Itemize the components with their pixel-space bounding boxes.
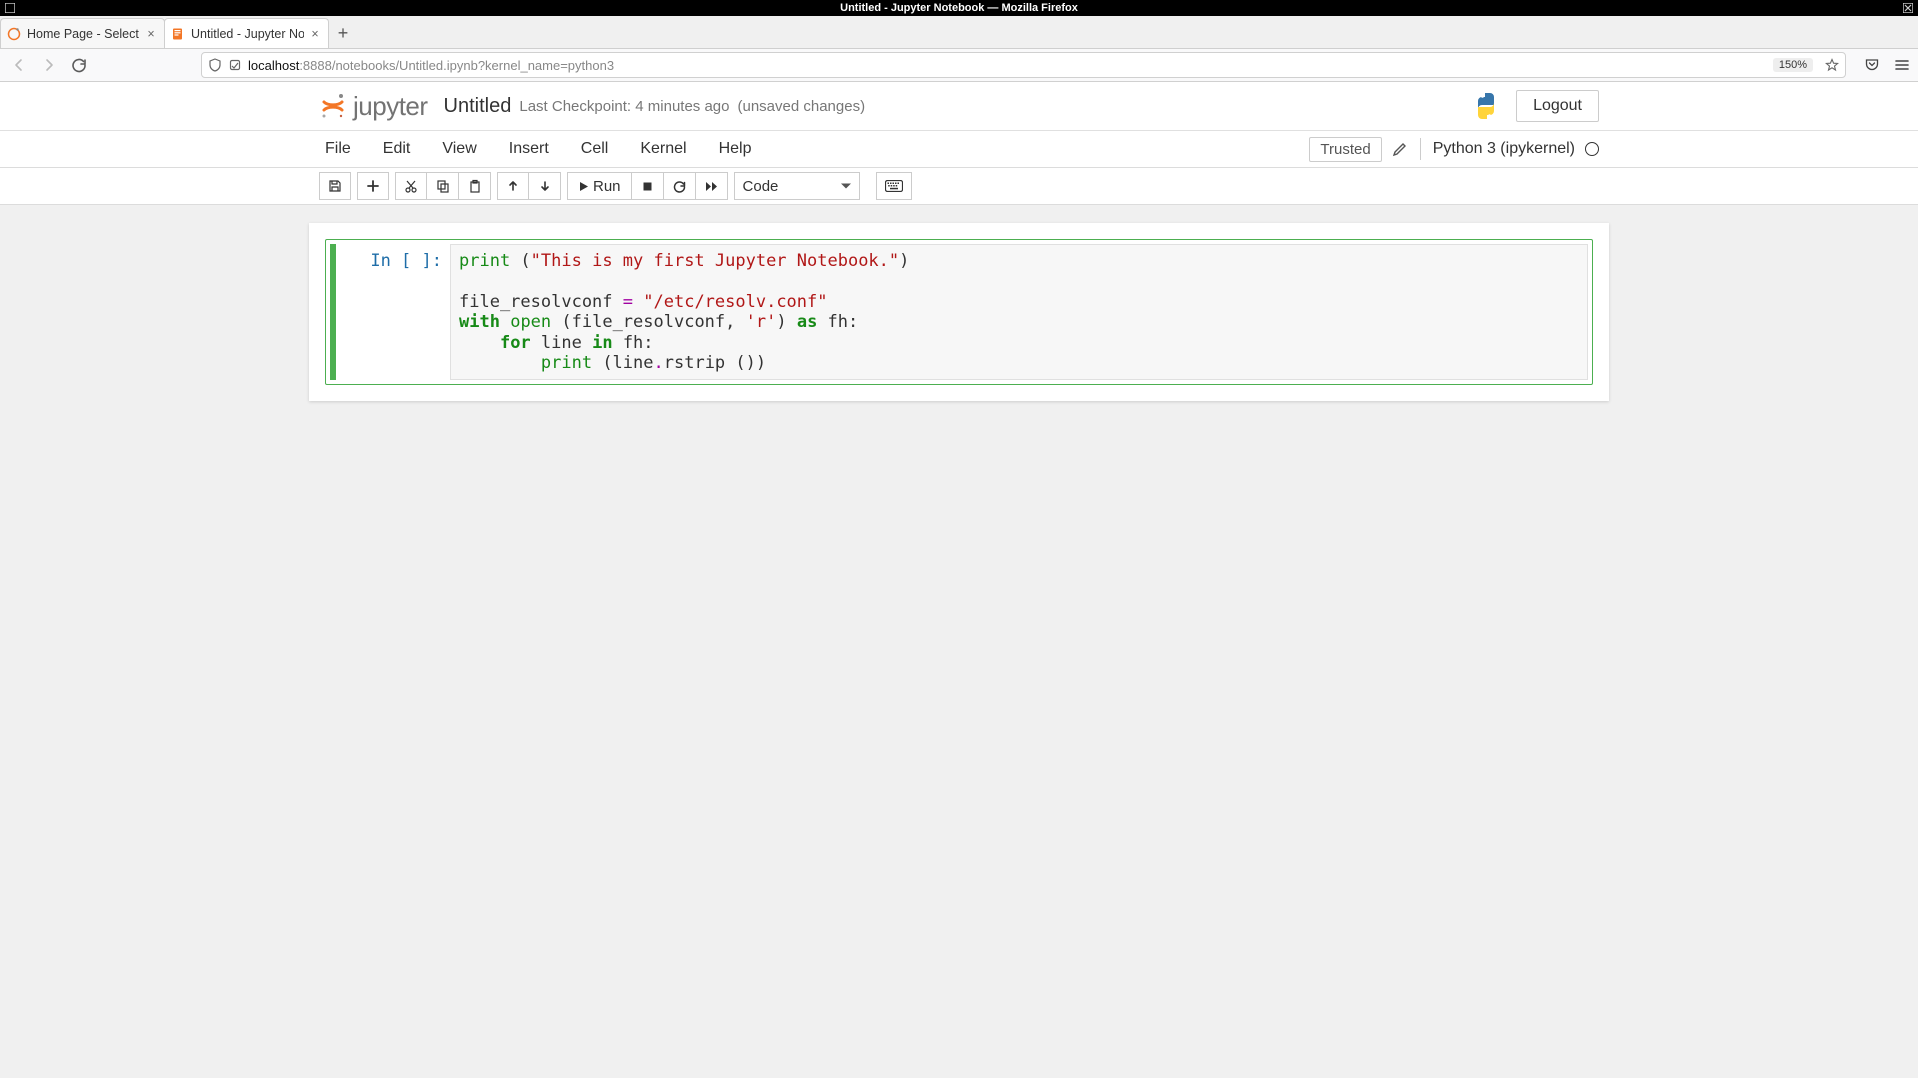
- restart-button[interactable]: [664, 172, 696, 200]
- jupyter-logo-icon: [319, 92, 347, 120]
- close-icon[interactable]: ×: [144, 27, 158, 41]
- run-label: Run: [593, 178, 621, 195]
- logout-button[interactable]: Logout: [1516, 90, 1599, 122]
- notebook-title[interactable]: Untitled: [444, 95, 512, 118]
- jupyter-menubar: File Edit View Insert Cell Kernel Help T…: [0, 131, 1918, 168]
- restart-run-all-button[interactable]: [696, 172, 728, 200]
- command-palette-button[interactable]: [876, 172, 912, 200]
- cell-selection-bar: [330, 244, 336, 380]
- move-up-button[interactable]: [497, 172, 529, 200]
- tab-label: Home Page - Select or cr: [27, 27, 140, 41]
- menu-kernel[interactable]: Kernel: [624, 134, 702, 164]
- jupyter-logo-text: jupyter: [353, 91, 428, 122]
- paste-button[interactable]: [459, 172, 491, 200]
- zoom-badge[interactable]: 150%: [1773, 58, 1813, 72]
- copy-button[interactable]: [427, 172, 459, 200]
- jupyter-header: jupyter Untitled Last Checkpoint: 4 minu…: [0, 82, 1918, 131]
- jupyter-toolbar: Run Code: [0, 168, 1918, 205]
- forward-button[interactable]: [38, 54, 60, 76]
- celltype-value: Code: [743, 178, 779, 195]
- celltype-select[interactable]: Code: [734, 172, 860, 200]
- code-cell[interactable]: In [ ]: print ("This is my first Jupyter…: [325, 239, 1593, 385]
- new-tab-button[interactable]: +: [328, 18, 358, 48]
- shield-icon[interactable]: [208, 58, 222, 72]
- separator: [1420, 138, 1421, 160]
- save-button[interactable]: [319, 172, 351, 200]
- menu-help[interactable]: Help: [703, 134, 768, 164]
- cell-code-editor[interactable]: print ("This is my first Jupyter Noteboo…: [450, 244, 1588, 380]
- os-app-icon: [2, 0, 18, 16]
- play-icon: [578, 181, 589, 192]
- hamburger-menu-icon[interactable]: [1894, 57, 1910, 73]
- run-button[interactable]: Run: [567, 172, 632, 200]
- notebook-container: In [ ]: print ("This is my first Jupyter…: [309, 223, 1609, 401]
- cell-prompt: In [ ]:: [340, 244, 450, 380]
- browser-urlbar-row: localhost:8888/notebooks/Untitled.ipynb?…: [0, 49, 1918, 82]
- bookmark-icon[interactable]: [1825, 58, 1839, 72]
- notebook-favicon-icon: [171, 27, 185, 41]
- tab-label: Untitled - Jupyter Notebo: [191, 27, 304, 41]
- kernel-status-icon: [1585, 142, 1599, 156]
- tab-notebook[interactable]: Untitled - Jupyter Notebo ×: [164, 18, 329, 48]
- python-logo-icon: [1470, 90, 1502, 122]
- jupyter-favicon-icon: [7, 27, 21, 41]
- tab-home[interactable]: Home Page - Select or cr ×: [0, 18, 165, 48]
- page-content: jupyter Untitled Last Checkpoint: 4 minu…: [0, 82, 1918, 1078]
- back-button[interactable]: [8, 54, 30, 76]
- reload-button[interactable]: [68, 54, 90, 76]
- menu-edit[interactable]: Edit: [367, 134, 427, 164]
- menu-file[interactable]: File: [319, 134, 367, 164]
- url-text: localhost:8888/notebooks/Untitled.ipynb?…: [248, 58, 614, 73]
- url-bar[interactable]: localhost:8888/notebooks/Untitled.ipynb?…: [201, 52, 1846, 78]
- unsaved-text: (unsaved changes): [737, 98, 865, 115]
- os-close-icon[interactable]: [1900, 0, 1916, 16]
- move-down-button[interactable]: [529, 172, 561, 200]
- interrupt-button[interactable]: [632, 172, 664, 200]
- os-titlebar: Untitled - Jupyter Notebook — Mozilla Fi…: [0, 0, 1918, 16]
- checkpoint-text: Last Checkpoint: 4 minutes ago: [519, 98, 729, 115]
- page-info-icon[interactable]: [228, 58, 242, 72]
- menu-insert[interactable]: Insert: [493, 134, 565, 164]
- jupyter-logo[interactable]: jupyter: [319, 91, 428, 122]
- menu-view[interactable]: View: [426, 134, 492, 164]
- pocket-icon[interactable]: [1864, 57, 1880, 73]
- insert-cell-button[interactable]: [357, 172, 389, 200]
- kernel-name[interactable]: Python 3 (ipykernel): [1433, 140, 1575, 158]
- cut-button[interactable]: [395, 172, 427, 200]
- os-window-title: Untitled - Jupyter Notebook — Mozilla Fi…: [840, 2, 1078, 14]
- edit-metadata-icon[interactable]: [1392, 141, 1408, 157]
- close-icon[interactable]: ×: [308, 27, 322, 41]
- menu-cell[interactable]: Cell: [565, 134, 625, 164]
- trusted-badge[interactable]: Trusted: [1309, 137, 1381, 162]
- browser-tabstrip: Home Page - Select or cr × Untitled - Ju…: [0, 16, 1918, 49]
